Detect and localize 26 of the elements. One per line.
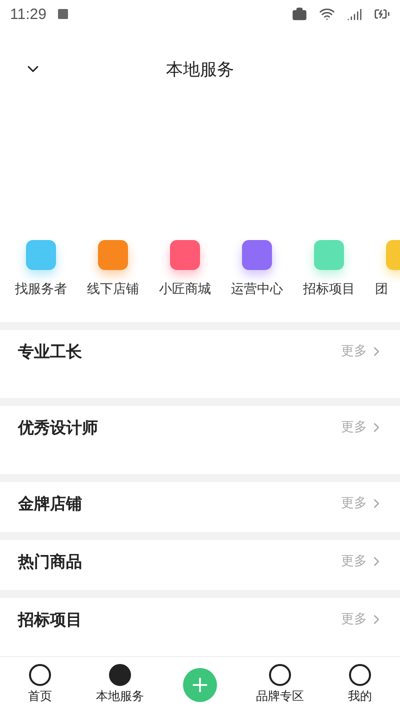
category-icon[interactable] <box>314 240 344 270</box>
category-label[interactable]: 线下店铺 <box>87 280 139 298</box>
category-icon[interactable] <box>26 240 56 270</box>
category-label[interactable]: 招标项目 <box>303 280 355 298</box>
nav-tab[interactable]: 品牌专区 <box>240 657 320 712</box>
section-title: 金牌店铺 <box>18 494 82 515</box>
page-title: 本地服务 <box>165 58 235 80</box>
category-label[interactable]: 团 <box>375 280 400 298</box>
nav-tab[interactable]: 本地服务 <box>80 657 160 712</box>
signal-icon <box>347 6 362 22</box>
add-button[interactable] <box>183 668 217 702</box>
section-title: 优秀设计师 <box>18 418 98 439</box>
section-title: 热门商品 <box>18 552 82 573</box>
category-label[interactable]: 运营中心 <box>231 280 283 298</box>
nav-tab[interactable]: 首页 <box>0 657 80 712</box>
section-title: 招标项目 <box>18 610 82 631</box>
category-label[interactable]: 小匠商城 <box>159 280 211 298</box>
category-label[interactable]: 找服务者 <box>15 280 67 298</box>
status-time: 11:29 <box>10 6 46 22</box>
category-icon[interactable] <box>98 240 128 270</box>
wifi-icon <box>319 6 335 22</box>
section-title: 专业工长 <box>18 342 82 363</box>
briefcase-icon <box>292 6 307 22</box>
category-icon[interactable] <box>242 240 272 270</box>
nav-tab[interactable]: 我的 <box>320 657 400 712</box>
category-icon[interactable] <box>170 240 200 270</box>
